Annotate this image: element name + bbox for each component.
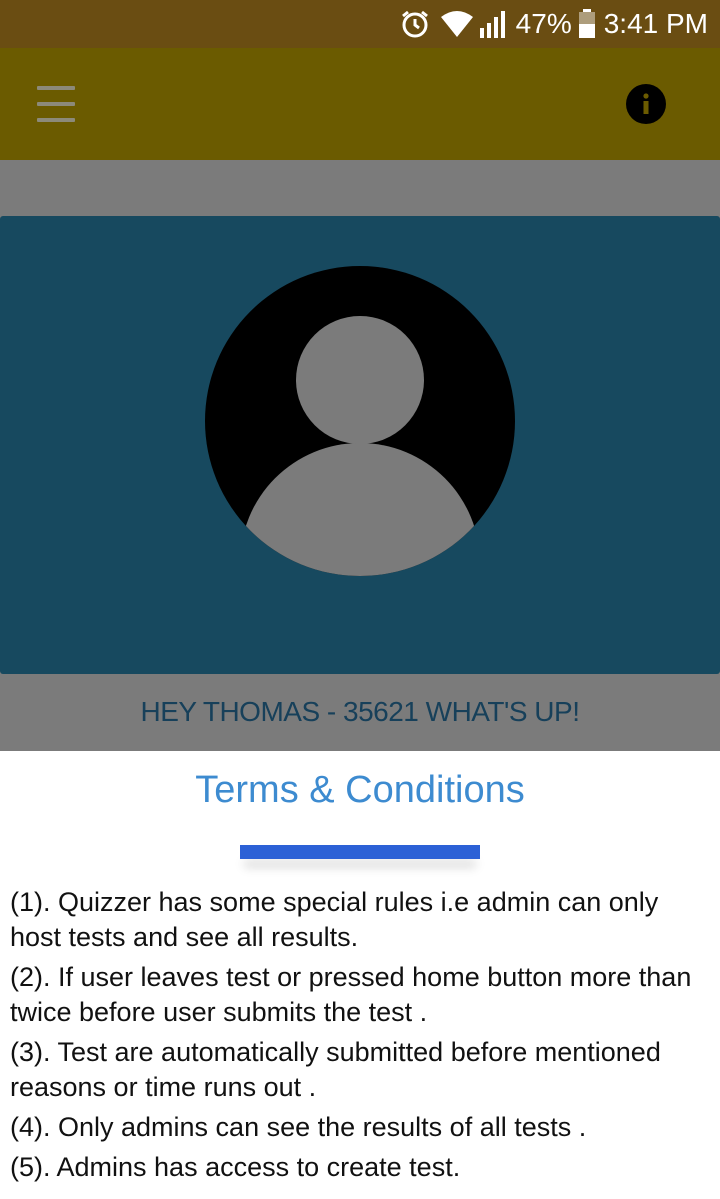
- alarm-icon: [400, 9, 430, 39]
- avatar-head: [296, 316, 424, 444]
- rule-item: (3). Test are automatically submitted be…: [10, 1037, 661, 1102]
- app-bar: [0, 48, 720, 160]
- rule-item: (5). Admins has access to create test.: [10, 1152, 461, 1182]
- terms-dialog: Terms & Conditions (1). Quizzer has some…: [0, 751, 720, 1199]
- signal-icon: [479, 10, 508, 38]
- profile-card: [0, 216, 720, 674]
- avatar-body: [240, 443, 480, 576]
- wifi-icon: [440, 10, 474, 38]
- battery-icon: [578, 9, 596, 39]
- clock: 3:41 PM: [603, 8, 708, 39]
- battery-percent: 47%: [515, 8, 572, 39]
- info-icon[interactable]: [626, 84, 666, 124]
- status-bar: 47% 3:41 PM: [0, 0, 720, 48]
- title-underline: [240, 845, 480, 859]
- info-glyph: [643, 93, 649, 114]
- rules-list: (1). Quizzer has some special rules i.e …: [10, 885, 710, 1190]
- dimmed-background: HEY THOMAS - 35621 WHAT'S UP!: [0, 160, 720, 751]
- dialog-title: Terms & Conditions: [195, 769, 525, 811]
- hamburger-menu-icon[interactable]: [28, 84, 84, 124]
- default-user-avatar: [205, 266, 515, 576]
- rule-item: (1). Quizzer has some special rules i.e …: [10, 887, 659, 952]
- rule-item: (2). If user leaves test or pressed home…: [10, 962, 692, 1027]
- greeting-text: HEY THOMAS - 35621 WHAT'S UP!: [140, 696, 580, 727]
- rule-item: (4). Only admins can see the results of …: [10, 1112, 587, 1142]
